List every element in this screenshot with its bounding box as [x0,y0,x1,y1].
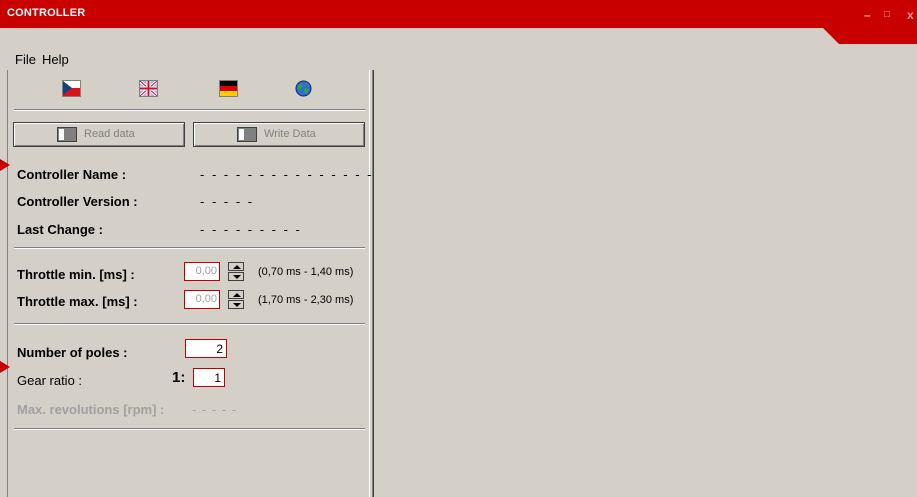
last-change-value: - - - - - - - - - [200,222,302,237]
throttle-min-spinner[interactable] [228,262,244,281]
throttle-max-label: Throttle max. [ms] : [17,294,138,309]
maximize-button[interactable]: □ [884,9,890,20]
poles-label: Number of poles : [17,345,128,360]
read-switch-icon [57,127,77,142]
spin-down-icon[interactable] [228,272,244,281]
controller-version-value: - - - - - [200,194,255,209]
arrow-marker-icon [0,361,10,373]
throttle-max-input[interactable]: 0,00 [184,290,220,309]
max-revolutions-label: Max. revolutions [rpm] : [17,402,165,417]
separator [14,109,365,111]
czech-flag-icon[interactable] [62,80,81,97]
spin-up-icon[interactable] [228,262,244,271]
globe-icon[interactable] [294,80,313,97]
title-bar-background [0,0,917,28]
throttle-min-label: Throttle min. [ms] : [17,267,135,282]
throttle-max-spinner[interactable] [228,290,244,309]
title-bar: CONTROLLER – □ x [0,0,917,44]
poles-input[interactable]: 2 [185,339,227,358]
german-flag-icon[interactable] [219,80,238,97]
minimize-button[interactable]: – [864,8,871,22]
gear-ratio-prefix: 1: [172,369,186,386]
read-data-label: Read data [84,128,135,140]
panel-splitter[interactable] [369,70,374,497]
uk-flag-icon[interactable] [139,80,158,97]
read-data-button[interactable]: Read data [13,122,185,147]
spin-down-icon[interactable] [228,300,244,309]
throttle-min-range: (0,70 ms - 1,40 ms) [258,266,354,278]
title-bar-decoration [823,28,917,44]
separator [14,323,365,325]
spin-up-icon[interactable] [228,290,244,299]
write-switch-icon [237,127,257,142]
gear-ratio-label: Gear ratio : [17,373,83,388]
write-data-button[interactable]: Write Data [193,122,365,147]
menu-file[interactable]: File [15,52,36,67]
separator [14,428,365,430]
write-data-label: Write Data [264,128,316,140]
throttle-min-input[interactable]: 0,00 [184,262,220,281]
controller-version-label: Controller Version : [17,194,138,209]
controller-name-value: - - - - - - - - - - - - - - - [200,167,374,182]
gear-ratio-input[interactable]: 1 [193,368,225,387]
close-button[interactable]: x [907,8,914,22]
separator [14,247,365,249]
controller-name-label: Controller Name : [17,167,127,182]
arrow-marker-icon [0,159,10,171]
window-title: CONTROLLER [7,7,86,19]
menu-help[interactable]: Help [42,52,69,67]
max-revolutions-value: - - - - - [192,402,238,417]
throttle-max-range: (1,70 ms - 2,30 ms) [258,294,354,306]
last-change-label: Last Change : [17,222,103,237]
